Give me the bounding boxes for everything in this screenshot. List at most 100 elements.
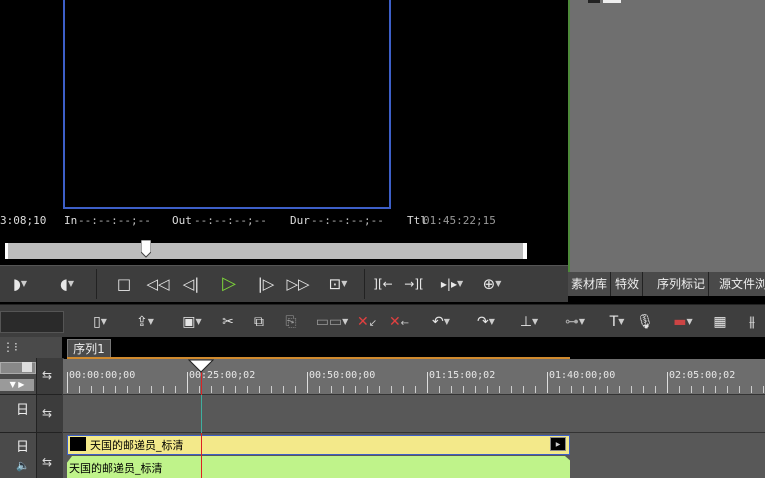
paste-icon[interactable]: ⎘: [281, 312, 301, 332]
loop-button[interactable]: ⊡▼: [318, 273, 358, 295]
ruler-tick-label: 01:40:00;00: [549, 370, 616, 381]
copy-icon[interactable]: ⧉: [249, 312, 269, 332]
ruler-minor-tick: [739, 386, 740, 393]
audio-clip-name: 天国的邮递员_标清: [69, 462, 163, 475]
ruler-major-tick: [667, 372, 668, 393]
goto-in-button[interactable]: ][←: [370, 273, 396, 295]
ruler-major-tick: [67, 372, 68, 393]
track-expand-icon[interactable]: ▼ ▶: [0, 379, 34, 391]
ruler-minor-tick: [535, 386, 536, 393]
ruler-minor-tick: [355, 386, 356, 393]
player-controls: ◗▼ ◖▼ □ ◁◁ ◁| ▷ |▷ ▷▷ ⊡▼ ][← →][ ▸|▸▼ ⊕▼: [0, 265, 568, 302]
track-settings-icon[interactable]: ⋮⁝: [2, 340, 18, 354]
save-icon[interactable]: ▣▼: [174, 312, 210, 332]
ruler-minor-tick: [571, 386, 572, 393]
timeline-toolbar: ▯▼ ⇪▼ ▣▼ ✂ ⧉ ⎘ ▭▭▼ ✕↙ ✕← ↶▼ ↷▼ ⊥▼ ⊶▼ T▼ …: [0, 304, 765, 338]
ripple-delete-icon[interactable]: ✕←: [386, 312, 412, 332]
delete-icon[interactable]: ✕↙: [354, 312, 380, 332]
redo-icon[interactable]: ↷▼: [468, 312, 504, 332]
sequence-tab[interactable]: 序列1: [67, 339, 111, 359]
tab-sequence-markers[interactable]: 序列标记: [654, 272, 710, 296]
video-frame: [63, 0, 391, 209]
video-track-1[interactable]: [63, 395, 765, 433]
library-tabs: 素材库 特效 序列标记 源文件浏: [568, 272, 765, 296]
import-icon[interactable]: ⇪▼: [126, 312, 164, 332]
undo-icon[interactable]: ↶▼: [422, 312, 460, 332]
sequence-tab-bar: [0, 337, 765, 358]
ruler-minor-tick: [463, 386, 464, 393]
ruler-minor-tick: [583, 386, 584, 393]
layout-icon[interactable]: ▦: [710, 312, 730, 332]
ruler-minor-tick: [271, 386, 272, 393]
ruler-minor-tick: [343, 386, 344, 393]
ruler-major-tick: [187, 372, 188, 393]
fast-forward-button[interactable]: ▷▷: [283, 273, 313, 295]
current-timecode: 3:08;10: [0, 214, 47, 227]
tab-source-browser[interactable]: 源文件浏: [716, 272, 765, 296]
play-button[interactable]: ▷: [216, 273, 242, 295]
ruler-minor-tick: [475, 386, 476, 393]
timeline-ruler[interactable]: 00:00:00;00 00:25:00;02 00:50:00;00 01:15:0…: [63, 359, 765, 395]
audio-speaker-icon[interactable]: 🔈: [16, 459, 30, 472]
ruler-minor-tick: [295, 386, 296, 393]
clip-thumbnail: [70, 437, 86, 451]
ruler-major-tick: [307, 372, 308, 393]
scrub-handle[interactable]: [141, 240, 151, 258]
slider-handle[interactable]: [22, 362, 32, 372]
link-icon[interactable]: ⊶▼: [555, 312, 595, 332]
ruler-minor-tick: [439, 386, 440, 393]
divider: [96, 269, 97, 299]
goto-out-button[interactable]: →][: [400, 273, 428, 295]
new-icon[interactable]: ▯▼: [84, 312, 116, 332]
ruler-minor-tick: [283, 386, 284, 393]
ruler-minor-tick: [223, 386, 224, 393]
title-icon[interactable]: T▼: [602, 312, 632, 332]
cut-icon[interactable]: ✂: [218, 312, 238, 332]
step-forward-button[interactable]: |▷: [253, 273, 279, 295]
ruler-tick-label: 02:05:00;02: [669, 370, 736, 381]
scrub-bar[interactable]: [5, 243, 527, 259]
ruler-minor-tick: [679, 386, 680, 393]
ruler-major-tick: [547, 372, 548, 393]
ruler-minor-tick: [211, 386, 212, 393]
stop-button[interactable]: □: [114, 273, 134, 295]
in-timecode: --:--:--;--: [78, 214, 151, 227]
tab-media-library[interactable]: 素材库: [568, 272, 612, 296]
split-button[interactable]: ⊕▼: [478, 273, 506, 295]
scrub-bar-end: [523, 243, 527, 259]
timeline-search-box[interactable]: [0, 311, 64, 333]
group-icon[interactable]: ▭▭▼: [312, 312, 352, 332]
total-timecode: 01:45:22;15: [423, 214, 496, 227]
step-back-button[interactable]: ◁|: [178, 273, 204, 295]
ruler-minor-tick: [403, 386, 404, 393]
ruler-minor-tick: [727, 386, 728, 393]
trim-button[interactable]: ▸|▸▼: [432, 273, 472, 295]
library-panel: [568, 0, 765, 272]
ruler-minor-tick: [391, 386, 392, 393]
ruler-minor-tick: [139, 386, 140, 393]
library-thumbnail: [588, 0, 600, 3]
swap-icon[interactable]: ⇆: [42, 455, 52, 469]
insert-icon[interactable]: ⊥▼: [510, 312, 548, 332]
mixer-icon[interactable]: ⫵: [740, 312, 764, 332]
voice-icon[interactable]: 🎙: [636, 312, 654, 332]
mark-out-button[interactable]: ◖▼: [52, 273, 82, 295]
ruler-minor-tick: [235, 386, 236, 393]
ruler-tick-label: 00:00:00;00: [69, 370, 136, 381]
rewind-button[interactable]: ◁◁: [143, 273, 173, 295]
playhead-handle[interactable]: [188, 359, 214, 373]
tab-effects[interactable]: 特效: [612, 272, 644, 296]
ruler-minor-tick: [607, 386, 608, 393]
library-thumbnail: [603, 0, 621, 3]
ruler-minor-tick: [367, 386, 368, 393]
mark-in-button[interactable]: ◗▼: [8, 273, 32, 295]
ruler-tick-label: 00:50:00;00: [309, 370, 376, 381]
divider: [0, 432, 62, 433]
ruler-minor-tick: [523, 386, 524, 393]
record-icon[interactable]: ▬▼: [664, 312, 702, 332]
swap-icon[interactable]: ⇆: [42, 406, 52, 420]
divider: [0, 394, 62, 395]
ruler-major-tick: [427, 372, 428, 393]
ruler-minor-tick: [415, 386, 416, 393]
swap-icon[interactable]: ⇆: [42, 368, 52, 382]
